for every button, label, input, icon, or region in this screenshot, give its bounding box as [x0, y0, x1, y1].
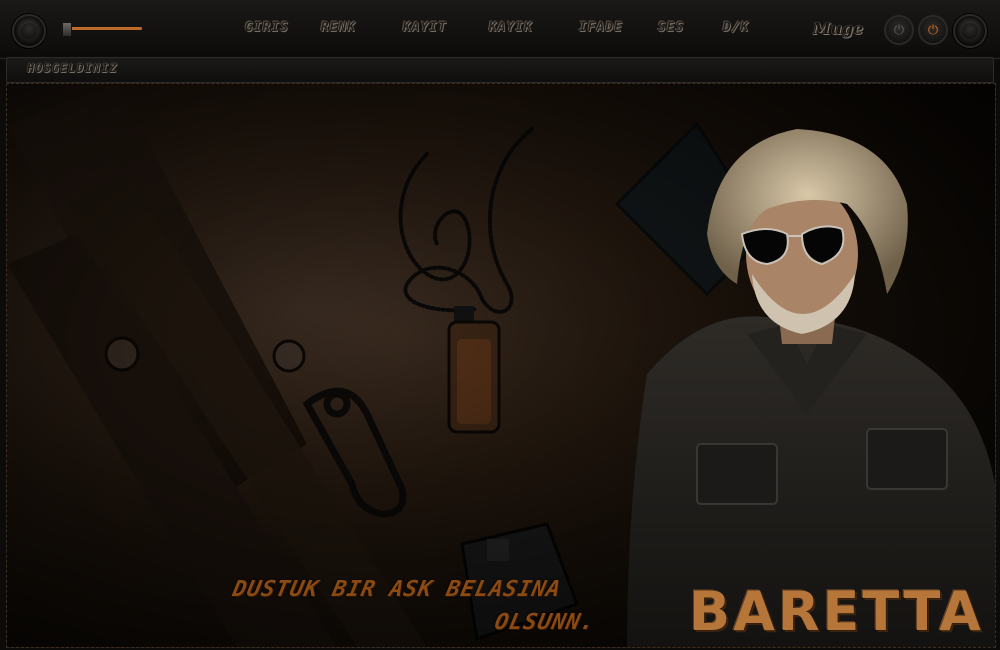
volume-fill — [62, 27, 142, 30]
quote-line-1: DUSTUK BIR ASK BELASINA — [230, 577, 564, 602]
volume-handle[interactable] — [62, 22, 72, 37]
nav-item-kayik[interactable]: KAYIK — [486, 20, 534, 42]
nav-item-giris[interactable]: GIRIS — [242, 20, 290, 42]
power-icon: ⏻ — [927, 22, 939, 38]
power-icon: ⏻ — [893, 22, 905, 38]
quote-line-2: OLSUNN. — [492, 610, 598, 635]
signature-text: BARETTA — [689, 580, 984, 643]
top-toolbar: GIRIS RENK KAYIT KAYIK IFADE SES D/K Mug… — [0, 0, 1000, 59]
nav-item-kayit[interactable]: KAYIT — [400, 20, 448, 42]
left-knob-button[interactable] — [12, 14, 46, 48]
background-scene: DUSTUK BIR ASK BELASINA OLSUNN. BARETTA — [6, 83, 996, 648]
nav-item-ifade[interactable]: IFADE — [576, 20, 624, 42]
right-knob-button[interactable] — [953, 14, 987, 48]
power-off-button[interactable]: ⏻ — [884, 15, 914, 45]
nav-item-dk[interactable]: D/K — [720, 20, 750, 42]
knob-center-icon — [21, 23, 37, 39]
marquee-text: HOSGELDINIZ — [25, 61, 119, 75]
knob-center-icon — [962, 23, 978, 39]
power-on-button[interactable]: ⏻ — [918, 15, 948, 45]
nav-item-ses[interactable]: SES — [655, 20, 685, 42]
marquee-bar: HOSGELDINIZ — [6, 57, 994, 83]
volume-slider[interactable] — [62, 27, 142, 30]
scene-illustration — [7, 84, 995, 647]
nav-item-renk[interactable]: RENK — [318, 20, 357, 42]
brand-logo: Muge — [812, 19, 864, 38]
